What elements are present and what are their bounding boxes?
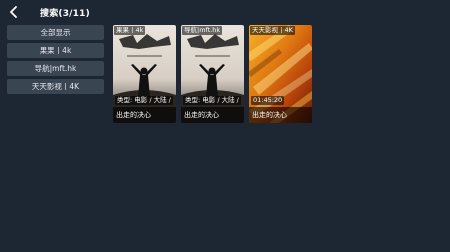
back-button[interactable] bbox=[6, 4, 22, 20]
page-title: 搜索(3/11) bbox=[40, 9, 90, 19]
duration-label: 01:45:20 bbox=[251, 96, 285, 105]
source-badge: 天天影视丨4K bbox=[250, 26, 295, 35]
filter-all[interactable]: 全部显示 bbox=[7, 25, 104, 40]
result-card[interactable]: 天天影视丨4K 01:45:20 出走的决心 bbox=[249, 25, 312, 123]
results-grid: 果果丨4k 类型: 电影 / 大陆 / 出走的决心 导航|mft.hk 类型: … bbox=[113, 25, 312, 123]
movie-title: 出走的决心 bbox=[249, 107, 312, 123]
filter-source-daohang[interactable]: 导航|mft.hk bbox=[7, 61, 104, 76]
result-card[interactable]: 导航|mft.hk 类型: 电影 / 大陆 / 出走的决心 bbox=[181, 25, 244, 123]
source-badge: 果果丨4k bbox=[114, 26, 146, 35]
result-card[interactable]: 果果丨4k 类型: 电影 / 大陆 / 出走的决心 bbox=[113, 25, 176, 123]
source-filter-list: 全部显示 果果丨4k 导航|mft.hk 天天影视丨4K bbox=[7, 25, 104, 94]
chevron-left-icon bbox=[10, 6, 17, 18]
movie-type-label: 类型: 电影 / 大陆 / bbox=[183, 96, 241, 105]
movie-type-label: 类型: 电影 / 大陆 / bbox=[115, 96, 173, 105]
source-badge: 导航|mft.hk bbox=[182, 26, 223, 35]
movie-title: 出走的决心 bbox=[181, 107, 244, 123]
filter-source-tiantian[interactable]: 天天影视丨4K bbox=[7, 79, 104, 94]
filter-source-guoguo[interactable]: 果果丨4k bbox=[7, 43, 104, 58]
movie-title: 出走的决心 bbox=[113, 107, 176, 123]
